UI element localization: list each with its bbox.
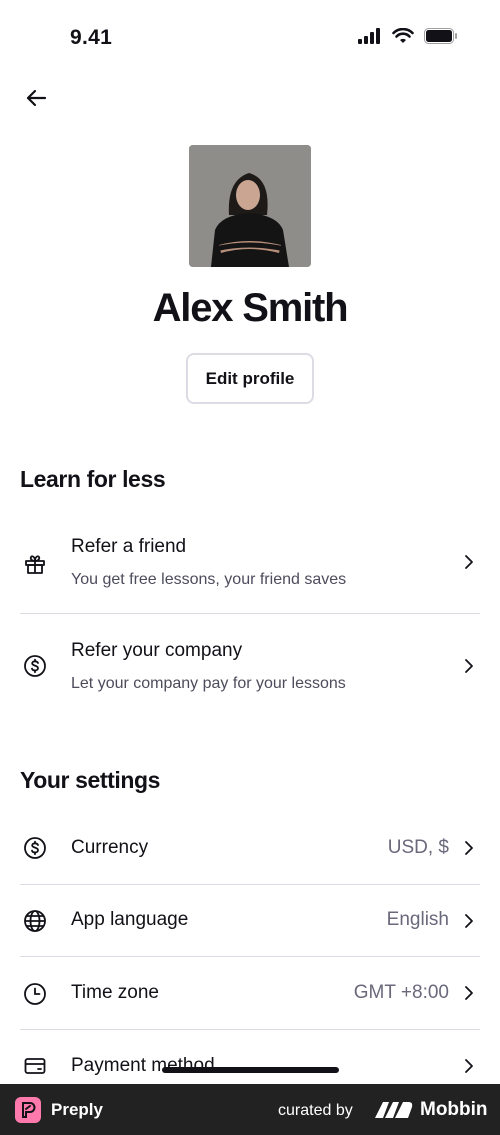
refer-friend-title: Refer a friend <box>71 536 187 557</box>
app-language-row[interactable]: App language English <box>20 885 480 957</box>
learn-section-title: Learn for less <box>20 466 166 492</box>
time-zone-value: GMT +8:00 <box>353 982 449 1003</box>
credit-card-icon <box>23 1054 47 1078</box>
status-bar: 9.41 <box>0 0 500 76</box>
avatar <box>189 145 311 267</box>
battery-icon <box>424 28 457 44</box>
chevron-right-icon <box>465 986 473 1000</box>
chevron-right-icon <box>465 659 473 673</box>
status-time: 9.41 <box>70 26 113 49</box>
dollar-circle-icon <box>23 836 47 860</box>
footer-bar: Preply curated by Mobbin <box>0 1084 500 1135</box>
refer-friend-subtitle: You get free lessons, your friend saves <box>71 571 347 588</box>
globe-icon <box>23 909 47 933</box>
divider <box>20 613 480 614</box>
back-button[interactable] <box>22 84 50 112</box>
time-zone-label: Time zone <box>71 982 159 1003</box>
app-language-value: English <box>386 909 449 930</box>
refer-company-subtitle: Let your company pay for your lessons <box>71 675 346 692</box>
currency-label: Currency <box>71 837 149 858</box>
app-language-label: App language <box>71 909 189 930</box>
dollar-circle-icon <box>23 654 47 678</box>
settings-section-title: Your settings <box>20 767 161 793</box>
payment-method-row[interactable]: Payment method <box>20 1030 480 1084</box>
footer-curated-text: curated by <box>278 1102 353 1119</box>
arrow-left-icon <box>26 89 47 107</box>
chevron-right-icon <box>465 914 473 928</box>
chevron-right-icon <box>465 555 473 569</box>
chevron-right-icon <box>465 1059 473 1073</box>
footer-brand-name: Mobbin <box>420 1099 488 1120</box>
profile-name: Alex Smith <box>152 286 349 330</box>
clock-icon <box>23 982 47 1006</box>
payment-method-label: Payment method <box>71 1055 215 1076</box>
refer-friend-row[interactable]: Refer a friend You get free lessons, you… <box>20 524 480 612</box>
profile-photo <box>189 145 311 267</box>
refer-company-title: Refer your company <box>71 640 243 661</box>
mobbin-logo-icon <box>375 1100 413 1125</box>
edit-profile-button[interactable]: Edit profile <box>186 353 314 404</box>
chevron-right-icon <box>465 841 473 855</box>
time-zone-row[interactable]: Time zone GMT +8:00 <box>20 957 480 1029</box>
preply-logo-icon <box>15 1097 41 1123</box>
currency-row[interactable]: Currency USD, $ <box>20 812 480 884</box>
footer-app-name: Preply <box>51 1100 103 1119</box>
home-indicator <box>162 1067 339 1073</box>
signal-icon <box>358 28 380 44</box>
status-icons <box>358 28 458 44</box>
refer-company-row[interactable]: Refer your company Let your company pay … <box>20 628 480 716</box>
currency-value: USD, $ <box>387 837 449 858</box>
wifi-icon <box>392 28 414 43</box>
gift-icon <box>23 552 47 576</box>
